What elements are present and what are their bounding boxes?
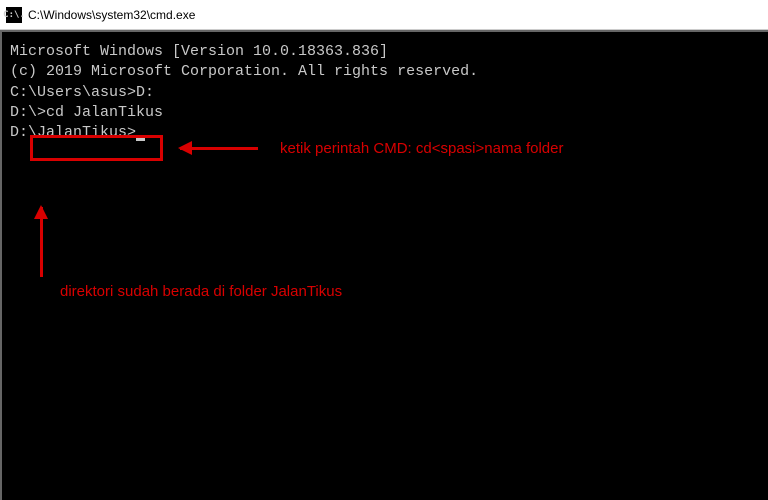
prompt-line-3: D:\JalanTikus> — [10, 123, 760, 143]
prompt-2: D:\> — [10, 104, 46, 121]
version-line: Microsoft Windows [Version 10.0.18363.83… — [10, 42, 760, 62]
arrow-left-icon — [180, 147, 258, 150]
cursor — [136, 138, 145, 141]
command-2: cd JalanTikus — [46, 104, 163, 121]
command-1: D: — [136, 84, 154, 101]
annotation-bottom: direktori sudah berada di folder JalanTi… — [60, 282, 342, 302]
titlebar[interactable]: C:\. C:\Windows\system32\cmd.exe — [0, 0, 768, 30]
copyright-line: (c) 2019 Microsoft Corporation. All righ… — [10, 62, 760, 82]
terminal-area[interactable]: Microsoft Windows [Version 10.0.18363.83… — [0, 30, 768, 500]
window-title: C:\Windows\system32\cmd.exe — [28, 8, 195, 22]
prompt-line-1: C:\Users\asus>D: — [10, 83, 760, 103]
prompt-line-2: D:\>cd JalanTikus — [10, 103, 760, 123]
cmd-icon-text: C:\. — [3, 10, 25, 20]
prompt-1: C:\Users\asus> — [10, 84, 136, 101]
prompt-3: D:\JalanTikus> — [10, 124, 136, 141]
cmd-icon: C:\. — [6, 7, 22, 23]
arrow-up-icon — [40, 207, 43, 277]
